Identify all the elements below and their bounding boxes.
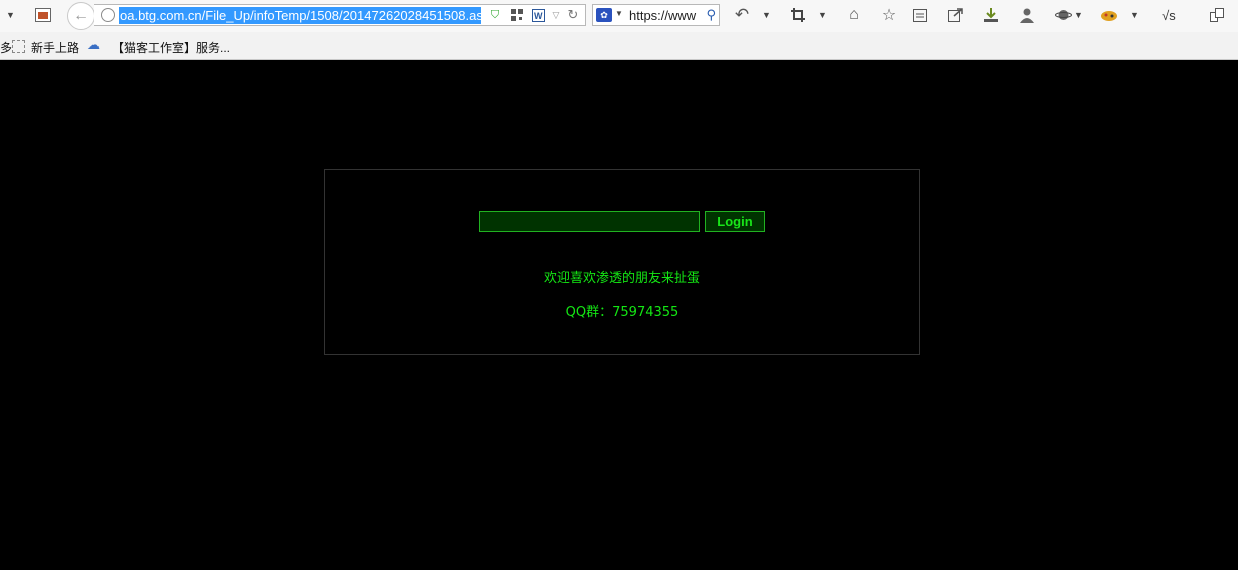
shield-icon[interactable]: ⛉ bbox=[488, 8, 502, 22]
user-icon[interactable] bbox=[1018, 4, 1036, 26]
share-icon[interactable] bbox=[946, 4, 964, 26]
crop-dropdown-icon[interactable]: ▼ bbox=[818, 4, 827, 26]
bookmark-page-icon bbox=[12, 40, 25, 53]
history-dropdown-icon[interactable]: ▽ bbox=[549, 8, 563, 22]
bookmark-item-1[interactable]: 新手上路 bbox=[31, 39, 79, 56]
extension-dropdown-icon[interactable]: ▼ bbox=[1130, 4, 1139, 26]
address-text[interactable]: oa.btg.com.cn/File_Up/infoTemp/1508/2014… bbox=[119, 7, 481, 24]
undo-icon[interactable]: ↶ bbox=[732, 4, 752, 26]
bookmark-cloud-icon: ☁ bbox=[87, 37, 100, 52]
download-icon[interactable] bbox=[982, 4, 1000, 26]
back-button[interactable]: ← bbox=[67, 2, 95, 30]
login-button[interactable]: Login bbox=[705, 211, 765, 232]
search-icon[interactable]: ⚲ bbox=[706, 7, 716, 23]
qr-code-icon[interactable] bbox=[510, 8, 524, 22]
script-icon[interactable]: √s bbox=[1158, 4, 1180, 26]
address-bar[interactable]: oa.btg.com.cn/File_Up/infoTemp/1508/2014… bbox=[94, 4, 586, 26]
planet-icon[interactable] bbox=[1054, 4, 1072, 26]
bookmarks-bar: 多 新手上路 ☁ 【猫客工作室】服务... bbox=[0, 32, 1238, 60]
search-input[interactable]: https://www bbox=[629, 8, 699, 23]
page-thumbnail-icon[interactable] bbox=[34, 4, 52, 26]
search-bar[interactable]: ✿ ▼ https://www ⚲ bbox=[592, 4, 720, 26]
globe-icon bbox=[101, 8, 115, 22]
bookmarks-list-icon[interactable] bbox=[912, 4, 928, 26]
engine-dropdown-icon[interactable]: ▼ bbox=[615, 9, 623, 18]
bookmark-item-2[interactable]: 【猫客工作室】服务... bbox=[112, 39, 230, 56]
extension-icon[interactable] bbox=[1100, 4, 1118, 26]
window-icon[interactable] bbox=[1208, 4, 1226, 26]
search-engine-icon[interactable]: ✿ bbox=[596, 8, 612, 22]
page-content: Login 欢迎喜欢渗透的朋友来扯蛋 QQ群：75974355 bbox=[0, 60, 1238, 570]
planet-dropdown-icon[interactable]: ▼ bbox=[1074, 4, 1083, 26]
crop-icon[interactable] bbox=[789, 4, 807, 26]
bookmark-overflow-icon[interactable]: 多 bbox=[0, 39, 12, 56]
qq-group-text: QQ群：75974355 bbox=[565, 305, 679, 320]
browser-toolbar: ▼ ← oa.btg.com.cn/File_Up/infoTemp/1508/… bbox=[0, 0, 1238, 32]
back-arrow-icon: ← bbox=[73, 7, 89, 24]
menu-dropdown-icon[interactable]: ▼ bbox=[6, 4, 15, 26]
welcome-text: 欢迎喜欢渗透的朋友来扯蛋 bbox=[543, 271, 700, 286]
word-icon[interactable]: W bbox=[531, 8, 545, 22]
reload-icon[interactable]: ↻ bbox=[566, 7, 580, 22]
login-panel: Login 欢迎喜欢渗透的朋友来扯蛋 QQ群：75974355 bbox=[324, 169, 920, 355]
bookmark-star-icon[interactable]: ☆ bbox=[880, 4, 898, 26]
svg-text:W: W bbox=[534, 11, 543, 21]
undo-dropdown-icon[interactable]: ▼ bbox=[762, 4, 771, 26]
home-icon[interactable]: ⌂ bbox=[845, 4, 863, 26]
password-input[interactable] bbox=[479, 211, 700, 232]
